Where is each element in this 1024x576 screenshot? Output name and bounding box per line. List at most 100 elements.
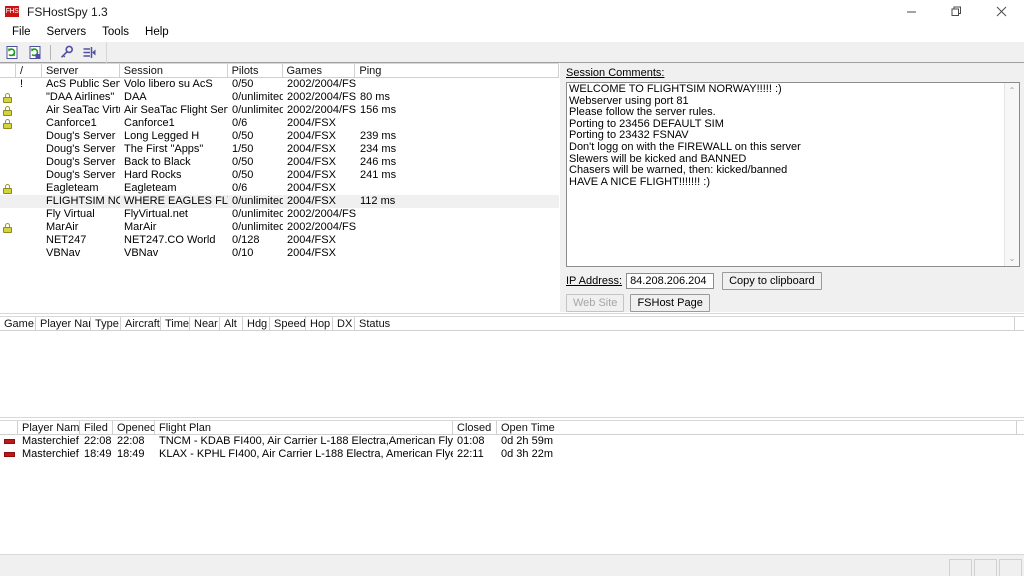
player-col-hdg[interactable]: Hdg — [243, 317, 270, 331]
server-row-name: Doug's Server — [46, 156, 116, 168]
minimize-button[interactable] — [889, 0, 934, 23]
flight-plan-row[interactable]: Masterchief 18:49 18:49 KLAX - KPHL FI400, … — [0, 448, 1024, 461]
server-row-lock-cell — [0, 208, 16, 221]
flight-plan-closed: 01:08 — [457, 435, 485, 447]
app-icon: FHS — [5, 5, 21, 19]
maximize-button[interactable] — [934, 0, 979, 23]
server-row-games: 2004/FSX — [287, 234, 336, 246]
server-row-session: DAA — [124, 91, 147, 103]
fp-col-player-name[interactable]: Player Name — [18, 421, 80, 435]
server-list-body[interactable]: ! AcS Public Server Volo libero su AcS 0/50… — [0, 78, 559, 312]
server-row[interactable]: Doug's Server Hard Rocks 0/50 2004/FSX 241 m… — [0, 169, 559, 182]
server-row[interactable]: Doug's Server The First "Apps" 1/50 2004/FS… — [0, 143, 559, 156]
player-col-near[interactable]: Near — [190, 317, 220, 331]
player-col-time[interactable]: Time — [161, 317, 190, 331]
server-row[interactable]: Air SeaTac Virtual Air SeaTac Flight Serv… — [0, 104, 559, 117]
server-col-lock[interactable] — [0, 64, 16, 78]
server-row-name: Doug's Server — [46, 130, 116, 142]
flight-plan-closed: 22:11 — [457, 448, 484, 460]
server-row-ping — [356, 182, 556, 195]
fp-col-open-time[interactable]: Open Time — [497, 421, 1017, 435]
server-row[interactable]: "DAA Airlines" DAA 0/unlimited 2002/2004/FS… — [0, 91, 559, 104]
server-col-games[interactable]: Games — [283, 64, 356, 78]
server-row-lock-cell — [0, 143, 16, 156]
session-comments-label: Session Comments: — [566, 67, 1020, 80]
server-row[interactable]: ! AcS Public Server Volo libero su AcS 0/50… — [0, 78, 559, 91]
player-col-game[interactable]: Game — [0, 317, 36, 331]
fshost-page-button[interactable]: FSHost Page — [630, 294, 710, 312]
top-area: / Server Session Pilots Games Ping ! AcS … — [0, 63, 1024, 312]
player-col-aircraft[interactable]: Aircraft — [121, 317, 161, 331]
server-row-name: "DAA Airlines" — [46, 91, 115, 103]
filter-button[interactable] — [79, 43, 100, 62]
session-comments-text[interactable]: WELCOME TO FLIGHTSIM NORWAY!!!!! :) Webse… — [567, 83, 1004, 266]
player-col-type[interactable]: Type — [91, 317, 121, 331]
server-row-flag — [16, 104, 42, 117]
fp-col-opened[interactable]: Opened — [113, 421, 155, 435]
web-site-button[interactable]: Web Site — [566, 294, 625, 312]
refresh-sessions-button[interactable] — [25, 43, 46, 62]
flight-plan-player: Masterchief — [22, 448, 79, 460]
server-row-pilots: 0/128 — [232, 234, 260, 246]
server-row-flag: ! — [20, 78, 24, 90]
ip-address-field[interactable]: 84.208.206.204 — [626, 272, 715, 289]
server-row[interactable]: Doug's Server Back to Black 0/50 2004/FSX 24… — [0, 156, 559, 169]
flight-plan-row[interactable]: Masterchief 22:08 22:08 TNCM - KDAB FI400, … — [0, 435, 1024, 448]
server-row[interactable]: FLIGHTSIM NORWAY WHERE EAGLES FLY 0/unlimi… — [0, 195, 559, 208]
server-row-ping — [356, 78, 556, 91]
player-col-hop[interactable]: Hop — [306, 317, 333, 331]
server-row[interactable]: VBNav VBNav 0/10 2004/FSX — [0, 247, 559, 260]
player-col-alt[interactable]: Alt — [220, 317, 243, 331]
server-row-lock-cell — [0, 78, 16, 91]
server-row-games: 2004/FSX — [287, 130, 336, 142]
server-row[interactable]: Doug's Server Long Legged H 0/50 2004/FSX 23… — [0, 130, 559, 143]
refresh-sessions-icon — [29, 45, 41, 59]
server-row[interactable]: Eagleteam Eagleteam 0/6 2004/FSX — [0, 182, 559, 195]
ip-address-row: IP Address: 84.208.206.204 Copy to clipb… — [566, 271, 1020, 290]
splitter-bottom-line — [0, 417, 1024, 418]
server-row-lock-cell — [0, 104, 16, 117]
server-row-pilots: 0/unlimited — [232, 91, 283, 103]
server-col-flag[interactable]: / — [16, 64, 42, 78]
player-col-player-name[interactable]: Player Name — [36, 317, 91, 331]
server-col-server[interactable]: Server — [42, 64, 120, 78]
server-row-pilots: 0/10 — [232, 247, 254, 259]
fp-col-filed[interactable]: Filed — [80, 421, 113, 435]
menu-bar: File Servers Tools Help — [0, 23, 1024, 42]
server-col-pilots[interactable]: Pilots — [228, 64, 283, 78]
fp-col-closed[interactable]: Closed — [453, 421, 497, 435]
key-button[interactable] — [56, 43, 77, 62]
fp-col-flight-plan[interactable]: Flight Plan — [155, 421, 453, 435]
menu-item-tools[interactable]: Tools — [94, 24, 137, 42]
close-button[interactable] — [979, 0, 1024, 23]
server-col-ping[interactable]: Ping — [355, 64, 559, 78]
server-row[interactable]: Canforce1 Canforce1 0/6 2004/FSX — [0, 117, 559, 130]
scroll-down-icon[interactable]: ⌄ — [1005, 251, 1020, 266]
scroll-up-icon[interactable]: ⌃ — [1005, 83, 1020, 98]
player-col-speed[interactable]: Speed — [270, 317, 306, 331]
player-list-pane: GamePlayer NameTypeAircraftTimeNearAltHd… — [0, 316, 1024, 416]
session-comments-box[interactable]: WELCOME TO FLIGHTSIM NORWAY!!!!! :) Webse… — [566, 82, 1020, 267]
refresh-servers-button[interactable] — [2, 43, 23, 62]
server-row[interactable]: NET247 NET247.CO World 0/128 2004/FSX — [0, 234, 559, 247]
player-col-status[interactable]: Status — [355, 317, 1015, 331]
player-list-body[interactable] — [0, 331, 1024, 416]
flight-plan-body[interactable]: Masterchief 22:08 22:08 TNCM - KDAB FI400, … — [0, 435, 1024, 554]
server-row-games: 2004/FSX — [287, 117, 336, 129]
menu-item-file[interactable]: File — [4, 24, 39, 42]
menu-item-help[interactable]: Help — [137, 24, 177, 42]
server-row[interactable]: MarAir MarAir 0/unlimited 2002/2004/FSX — [0, 221, 559, 234]
server-row-ping: 241 ms — [360, 169, 397, 181]
server-row-ping — [356, 117, 556, 130]
fp-col-blank[interactable] — [0, 421, 18, 435]
menu-item-servers[interactable]: Servers — [39, 24, 95, 42]
server-row[interactable]: Fly Virtual FlyVirtual.net 0/unlimited 2002… — [0, 208, 559, 221]
server-row-games: 2002/2004/FSX — [287, 104, 356, 116]
server-col-session[interactable]: Session — [120, 64, 228, 78]
server-row-lock-cell — [0, 156, 16, 169]
flight-plan-open-time: 0d 2h 59m — [501, 435, 553, 447]
comments-scrollbar[interactable]: ⌃ ⌄ — [1004, 83, 1019, 266]
copy-to-clipboard-button[interactable]: Copy to clipboard — [722, 271, 822, 290]
player-col-dx[interactable]: DX — [333, 317, 355, 331]
flight-plan-header: Player Name Filed Opened Flight Plan Closed O… — [0, 420, 1024, 435]
